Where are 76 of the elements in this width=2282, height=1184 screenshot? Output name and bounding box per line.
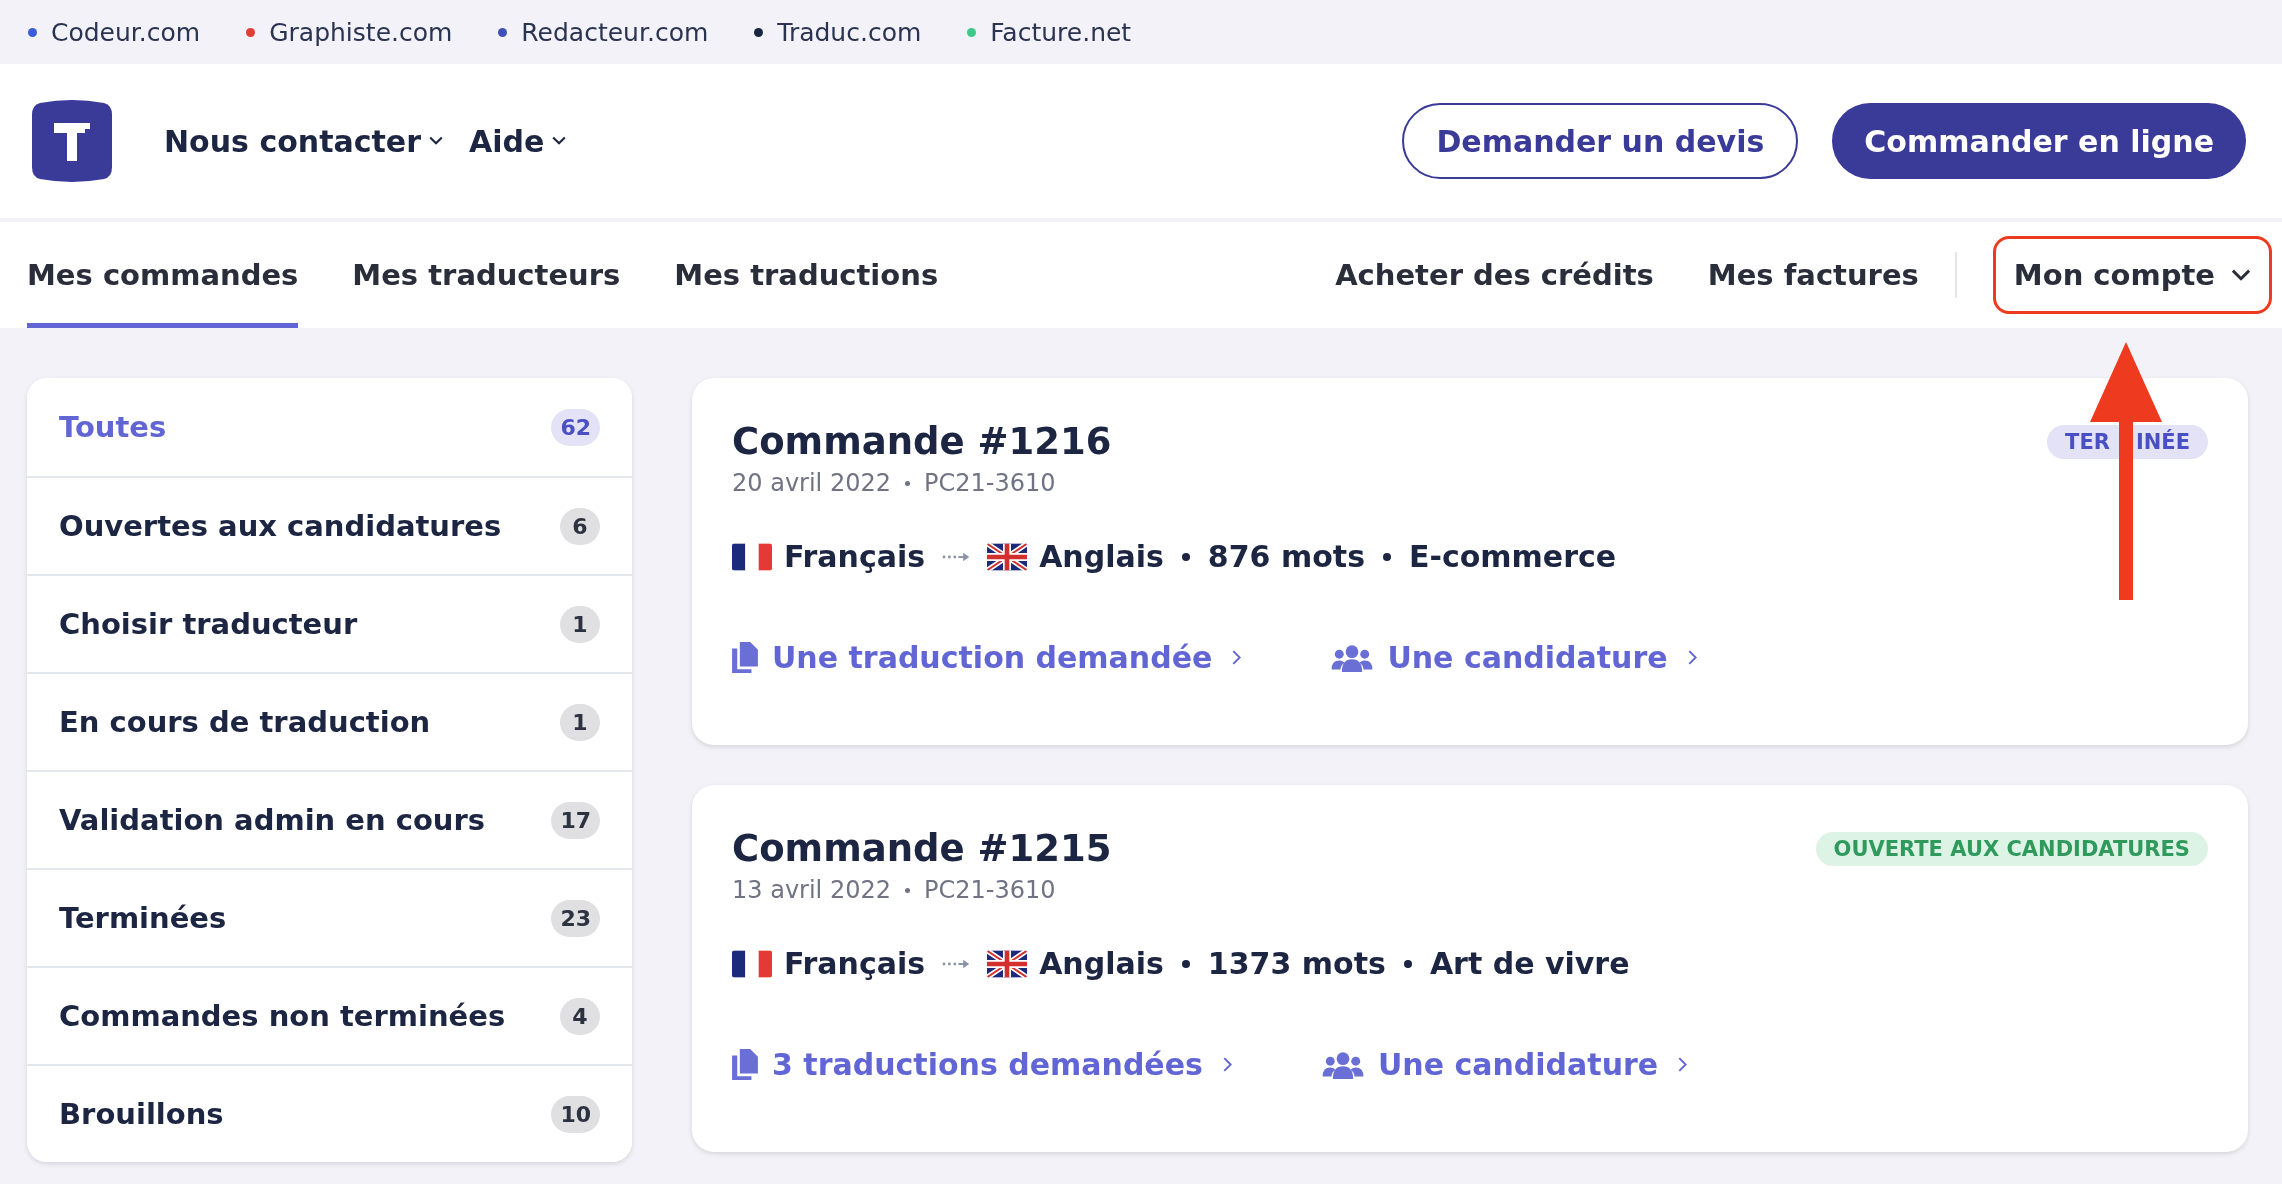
chevron-right-icon: [1687, 650, 1697, 665]
separator-dot: [1403, 959, 1412, 968]
order-title: Commande #1215: [732, 827, 1112, 870]
chevron-down-icon: [2231, 268, 2251, 282]
separator-dot: [905, 480, 910, 486]
separator-dot: [1181, 552, 1190, 561]
users-icon: [1321, 1050, 1364, 1079]
applications-link[interactable]: Une candidature: [1321, 1047, 1688, 1082]
filter-item[interactable]: Choisir traducteur 1: [27, 574, 632, 672]
link-label: Une candidature: [1377, 1047, 1659, 1082]
separator-dot: [1383, 552, 1391, 561]
filter-label: Choisir traducteur: [59, 607, 358, 641]
target-language: Anglais: [1039, 539, 1164, 574]
order-title: Commande #1216: [732, 420, 1112, 463]
separator-dot: [905, 887, 910, 893]
link-label: Une candidature: [1387, 640, 1668, 675]
tab[interactable]: Mes traducteurs: [352, 222, 621, 328]
source-language: Français: [784, 946, 926, 981]
chevron-right-icon: [1232, 650, 1242, 665]
order-domain: E-commerce: [1409, 539, 1617, 574]
filter-item[interactable]: Brouillons 10: [27, 1064, 632, 1162]
nav-link[interactable]: Mes factures: [1707, 222, 1919, 328]
filter-item[interactable]: Validation admin en cours 17: [27, 770, 632, 868]
count-badge: 1: [560, 605, 600, 643]
nav-dropdown[interactable]: Nous contacter: [164, 123, 443, 159]
chevron-down-icon: [552, 136, 567, 146]
status-badge: OUVERTE AUX CANDIDATURES: [1815, 831, 2208, 866]
chevron-right-icon: [1222, 1057, 1232, 1072]
tab[interactable]: Mes traductions: [674, 222, 939, 328]
order-date: 20 avril 2022: [732, 469, 891, 497]
quote-button[interactable]: Demander un devis: [1402, 103, 1799, 179]
flag-icon: [732, 949, 772, 978]
filter-label: Commandes non terminées: [59, 999, 506, 1033]
filter-label: Terminées: [59, 901, 227, 935]
count-badge: 1: [560, 703, 600, 741]
users-icon: [1331, 643, 1374, 672]
flag-icon: [987, 949, 1028, 978]
filter-item[interactable]: Terminées 23: [27, 868, 632, 966]
count-badge: 4: [560, 997, 600, 1035]
count-badge: 6: [560, 507, 600, 545]
filter-label: Toutes: [59, 410, 167, 444]
count-badge: 62: [551, 408, 600, 446]
separator-dot: [1181, 959, 1190, 968]
nav-link[interactable]: Acheter des crédits: [1335, 222, 1654, 328]
source-language: Français: [784, 539, 926, 574]
chevron-right-icon: [1678, 1057, 1688, 1072]
nav-dropdown[interactable]: Aide: [469, 123, 567, 159]
count-badge: 10: [551, 1095, 600, 1133]
chevron-down-icon: [429, 136, 443, 146]
status-badge: TER INÉE: [2047, 424, 2208, 459]
order-button[interactable]: Commander en ligne: [1832, 103, 2246, 179]
filter-label: Ouvertes aux candidatures: [59, 509, 502, 543]
count-badge: 23: [551, 899, 600, 937]
account-dropdown[interactable]: Mon compte: [1992, 236, 2272, 314]
filter-label: Brouillons: [59, 1097, 224, 1131]
filter-label: Validation admin en cours: [59, 803, 486, 837]
flag-icon: [987, 542, 1028, 571]
filter-item[interactable]: Toutes 62: [27, 378, 632, 476]
target-language: Anglais: [1039, 946, 1164, 981]
filter-item[interactable]: Commandes non terminées 4: [27, 966, 632, 1064]
order-date: 13 avril 2022: [732, 876, 891, 904]
count-badge: 17: [551, 801, 600, 839]
filter-label: En cours de traduction: [59, 705, 431, 739]
documents-icon: [732, 642, 758, 673]
order-reference: PC21-3610: [924, 469, 1056, 497]
filter-item[interactable]: Ouvertes aux candidatures 6: [27, 476, 632, 574]
documents-icon: [732, 1049, 758, 1080]
flag-icon: [732, 542, 772, 571]
order-reference: PC21-3610: [924, 876, 1056, 904]
filter-item[interactable]: En cours de traduction 1: [27, 672, 632, 770]
applications-link[interactable]: Une candidature: [1331, 640, 1697, 675]
word-count: 1373 mots: [1207, 946, 1386, 981]
order-domain: Art de vivre: [1429, 946, 1630, 981]
tab[interactable]: Mes commandes: [27, 222, 299, 328]
logo-icon[interactable]: [32, 99, 112, 183]
word-count: 876 mots: [1207, 539, 1365, 574]
